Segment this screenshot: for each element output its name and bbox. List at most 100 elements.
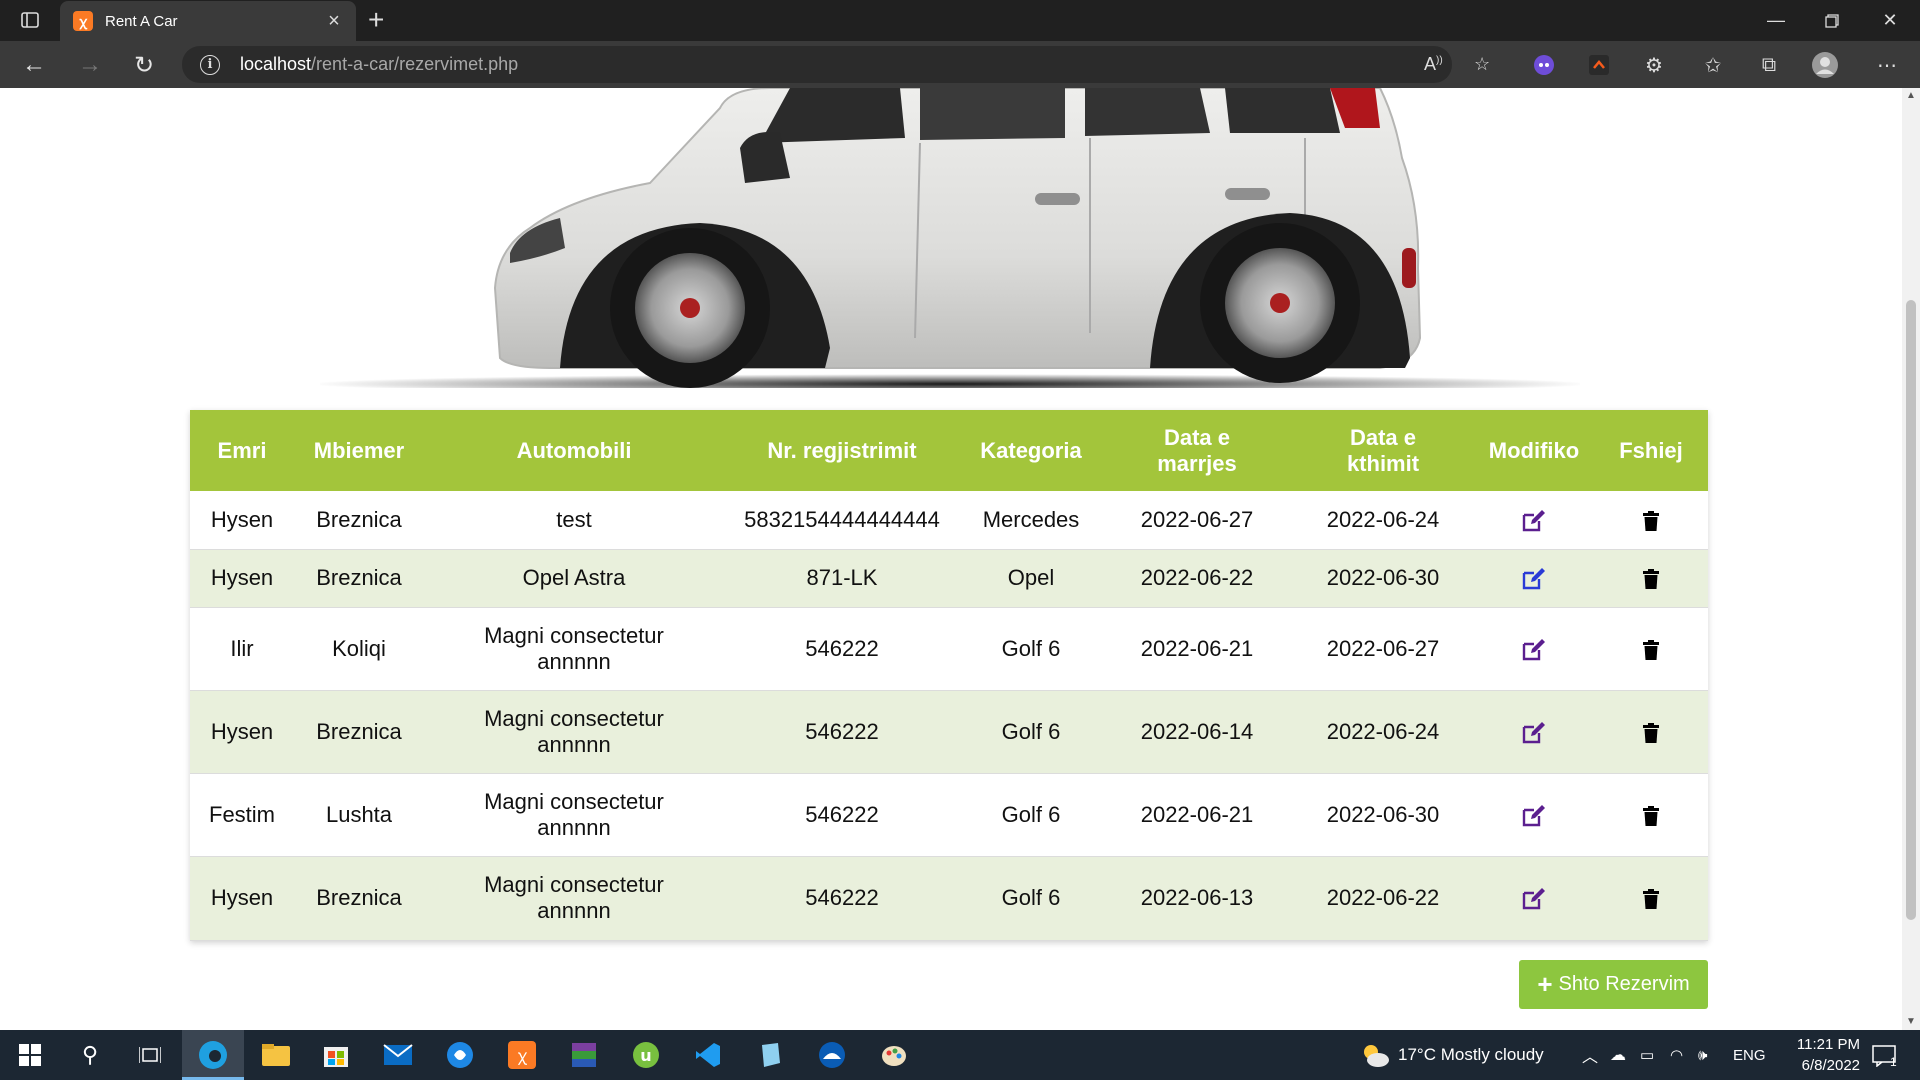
back-icon[interactable]: ← [16,47,52,83]
show-hidden-icons[interactable]: ︿ [1582,1030,1598,1080]
microsoft-store-icon[interactable] [320,1039,352,1071]
trash-icon[interactable] [1643,805,1659,826]
cell-data-kthimit: 2022-06-30 [1326,565,1440,590]
clock[interactable]: 11:21 PM 6/8/2022 [1760,1034,1860,1076]
new-tab-icon[interactable]: + [368,4,384,36]
windows-start-icon[interactable] [14,1039,46,1071]
file-explorer-icon[interactable] [260,1039,292,1071]
cell-nr-regjistrimit: 546222 [805,718,879,744]
trash-icon[interactable] [1643,569,1659,590]
edit-icon[interactable] [1521,638,1547,662]
trash-icon[interactable] [1643,639,1659,660]
onedrive-icon[interactable]: ☁ [1610,1030,1626,1080]
xampp-icon[interactable]: ꭓ [506,1039,538,1071]
extension-purple-icon[interactable] [1531,52,1557,78]
cell-data-marrjes: 2022-06-27 [1140,506,1254,532]
url-host: localhost [240,54,312,74]
edit-icon[interactable] [1521,804,1547,828]
edge-icon[interactable] [197,1039,229,1071]
shield-app-icon[interactable] [444,1039,476,1071]
favorites-icon[interactable]: ✩ [1700,52,1726,78]
close-tab-icon[interactable]: × [320,10,348,33]
cell-automobili: Magni consectetur annnnn [484,872,664,923]
minimize-icon[interactable]: — [1748,0,1804,41]
edit-icon[interactable] [1521,567,1547,591]
cell-modifiko [1474,607,1594,690]
scroll-down-icon[interactable]: ▼ [1906,1016,1916,1027]
cloudy-weather-icon [1364,1045,1389,1067]
car-image [320,88,1580,388]
scroll-up-icon[interactable]: ▲ [1906,90,1916,101]
address-bar[interactable]: i localhost/rent-a-car/rezervimet.php A)… [182,46,1490,83]
extensions-icon[interactable]: ⚙ [1641,52,1667,78]
table-row: Hysen Breznica Magni consectetur annnnn 5462… [190,856,1708,940]
col-data-kthimit: Data e kthimit [1346,424,1420,476]
read-aloud-icon[interactable]: A)) [1424,54,1443,75]
cell-modifiko [1474,856,1594,940]
cell-data-kthimit: 2022-06-30 [1326,801,1440,827]
photos-app-icon[interactable] [816,1039,848,1071]
extension-orange-icon[interactable] [1586,52,1612,78]
winrar-icon[interactable] [568,1039,600,1071]
notification-count: 1 [1890,1055,1897,1069]
cell-fshiej [1594,856,1708,940]
reservations-table: Emri Mbiemer Automobili Nr. regjistrimit… [190,410,1708,941]
notepad-icon[interactable] [754,1039,786,1071]
browser-tab-bar: ꭓ Rent A Car × + — ✕ [0,0,1920,41]
notifications-icon[interactable]: 1 [1872,1030,1897,1080]
cell-mbiemer: Breznica [316,506,402,532]
table-row: Hysen Breznica Magni consectetur annnnn 5462… [190,690,1708,773]
weather-text: 17°C Mostly cloudy [1398,1045,1544,1064]
edit-icon[interactable] [1521,721,1547,745]
page-scrollbar[interactable]: ▲ ▼ [1902,88,1920,1030]
mail-icon[interactable] [382,1039,414,1071]
cell-emri: Hysen [210,718,274,744]
paint-icon[interactable] [878,1039,910,1071]
trash-icon[interactable] [1643,510,1659,531]
cell-data-marrjes: 2022-06-13 [1140,885,1254,910]
volume-icon[interactable]: 🕪 [1698,1030,1707,1080]
scroll-thumb[interactable] [1906,300,1916,920]
vscode-icon[interactable] [692,1039,724,1071]
refresh-icon[interactable]: ↻ [126,47,162,83]
add-favorite-icon[interactable]: ☆ [1474,54,1490,75]
tab-actions-icon[interactable] [14,8,46,32]
cell-fshiej [1594,690,1708,773]
cell-nr-regjistrimit: 5832154444444444 [744,506,940,532]
svg-text:ꭓ: ꭓ [518,1046,528,1065]
cell-modifiko [1474,773,1594,856]
close-window-icon[interactable]: ✕ [1862,0,1918,41]
forward-icon[interactable]: → [72,47,108,83]
utorrent-icon[interactable]: u [630,1039,662,1071]
wifi-icon[interactable]: ◠ [1670,1030,1683,1080]
cell-data-marrjes: 2022-06-21 [1140,801,1254,827]
cell-data-marrjes: 2022-06-21 [1140,635,1254,661]
weather-widget[interactable]: 17°C Mostly cloudy [1360,1030,1544,1080]
task-view-icon[interactable] [134,1039,166,1071]
cell-automobili: Opel Astra [522,565,626,590]
cell-data-kthimit: 2022-06-24 [1326,718,1440,744]
search-icon[interactable]: ⚲ [74,1039,106,1071]
battery-icon[interactable]: ▭ [1640,1030,1654,1080]
add-reservation-button[interactable]: + Shto Rezervim [1519,960,1708,1009]
url-text: localhost/rent-a-car/rezervimet.php [240,54,518,75]
col-kategoria: Kategoria [980,437,1082,463]
edit-icon[interactable] [1521,887,1547,911]
col-modifiko: Modifiko [1488,437,1580,463]
collections-icon[interactable]: ⧉ [1756,52,1782,78]
clock-time: 11:21 PM [1796,1036,1860,1053]
browser-tab[interactable]: ꭓ Rent A Car × [60,1,356,41]
edit-icon[interactable] [1521,509,1547,533]
table-row: Hysen Breznica test 5832154444444444 Mercede… [190,491,1708,549]
col-data-marrjes: Data e marrjes [1157,424,1237,476]
cell-nr-regjistrimit: 546222 [805,635,879,661]
profile-avatar-icon[interactable] [1812,52,1838,78]
cell-kategoria: Golf 6 [1001,885,1061,910]
trash-icon[interactable] [1643,722,1659,743]
settings-more-icon[interactable]: ⋯ [1874,52,1900,78]
site-info-icon[interactable]: i [200,54,220,75]
restore-icon[interactable] [1804,0,1860,41]
trash-icon[interactable] [1643,889,1659,910]
col-mbiemer: Mbiemer [313,437,405,463]
cell-emri: Ilir [230,635,254,661]
